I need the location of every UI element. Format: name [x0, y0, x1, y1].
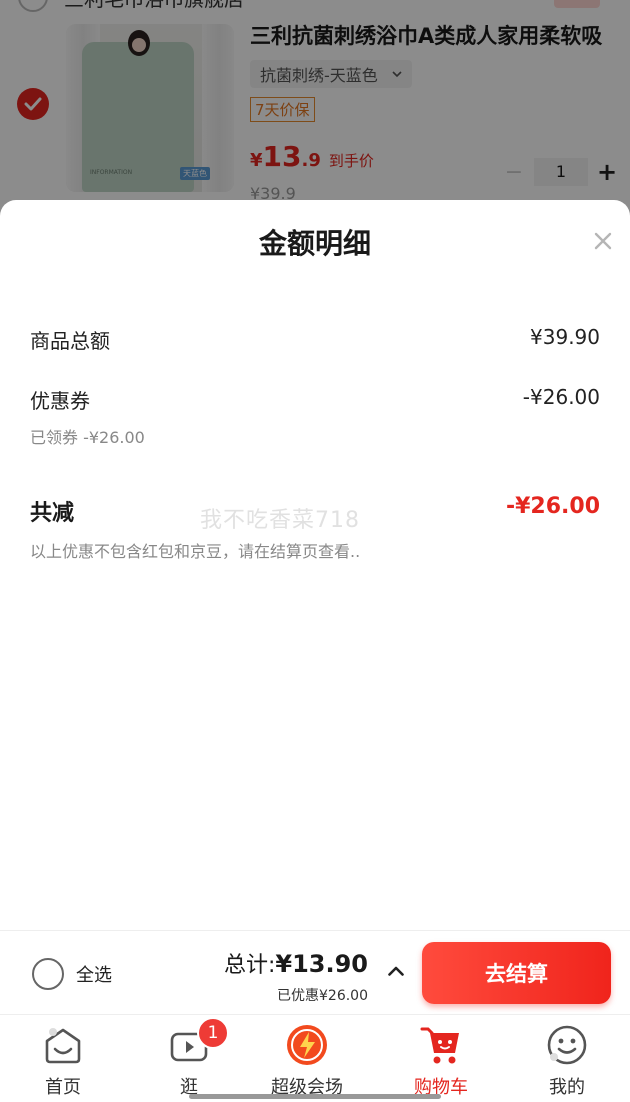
bottom-tab-bar: 首页 1 逛 超级会场 购物车 我的 [0, 1014, 630, 1102]
amount-detail-sheet: 金额明细 商品总额 ¥39.90 优惠券 -¥26.00 已领券 -¥26.00… [0, 200, 630, 930]
profile-icon [545, 1023, 589, 1067]
super-venue-icon [285, 1023, 329, 1067]
total-reduction-value: -¥26.00 [505, 494, 600, 519]
sheet-title: 金额明细 [258, 227, 371, 260]
detail-toggle[interactable] [384, 959, 408, 983]
total-summary[interactable]: 总计: ¥13.90 [224, 947, 368, 979]
chevron-up-icon [388, 966, 404, 976]
select-all-checkbox[interactable] [32, 958, 64, 990]
tab-home[interactable]: 首页 [0, 1023, 126, 1099]
checkout-button[interactable]: 去结算 [422, 942, 611, 1004]
home-icon [41, 1023, 85, 1067]
cart-background: 三利毛巾浴巾旗舰店 INFORMATION 天蓝色 三利抗菌刺绣浴巾A类成人家用… [0, 0, 630, 230]
close-button[interactable] [588, 226, 618, 256]
discount-note: 以上优惠不包含红包和京豆，请在结算页查看.. [30, 542, 361, 561]
checkout-bar: 全选 总计: ¥13.90 已优惠¥26.00 去结算 [0, 930, 630, 1014]
discount-summary: 已优惠¥26.00 [277, 988, 368, 1004]
video-icon: 1 [167, 1017, 229, 1067]
modal-overlay[interactable] [0, 0, 630, 230]
coupon-label: 优惠券 [30, 389, 90, 413]
tab-home-label: 首页 [45, 1077, 81, 1098]
watermark: 我不吃香菜718 [200, 508, 360, 533]
select-all-label: 全选 [76, 965, 112, 986]
tab-super-venue[interactable]: 超级会场 [244, 1023, 370, 1099]
tab-profile-label: 我的 [549, 1077, 585, 1098]
select-all[interactable]: 全选 [32, 958, 112, 990]
home-indicator[interactable] [189, 1094, 441, 1099]
tab-browse[interactable]: 1 逛 [126, 1017, 252, 1099]
close-icon [594, 232, 612, 250]
total-label: 总计: [223, 953, 276, 978]
total-value: ¥13.90 [275, 950, 368, 978]
notification-badge: 1 [197, 1017, 229, 1049]
goods-total-label: 商品总额 [30, 329, 110, 353]
coupon-value: -¥26.00 [522, 385, 600, 409]
cart-icon [419, 1023, 463, 1067]
goods-total-value: ¥39.90 [530, 325, 600, 349]
coupon-sub: 已领券 -¥26.00 [30, 428, 145, 447]
total-reduction-label: 共减 [30, 501, 75, 526]
tab-cart[interactable]: 购物车 [378, 1023, 504, 1099]
tab-profile[interactable]: 我的 [504, 1023, 630, 1099]
